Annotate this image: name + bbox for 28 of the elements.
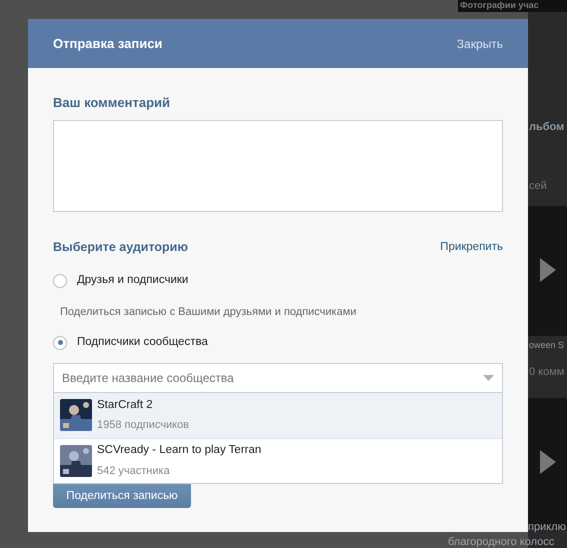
radio-button[interactable] — [53, 336, 67, 350]
attach-link[interactable]: Прикрепить — [440, 238, 503, 256]
radio-label[interactable]: Друзья и подписчики — [77, 272, 188, 290]
community-search-field[interactable]: Введите название сообщества — [53, 362, 503, 393]
comment-label: Ваш комментарий — [53, 95, 172, 111]
radio-button[interactable] — [53, 274, 67, 288]
community-suggestion[interactable]: StarCraft 2 1958 подписчиков — [54, 392, 502, 438]
photo-caption: Фотографии учас — [460, 0, 539, 11]
share-button[interactable]: Поделиться записью — [53, 484, 191, 508]
play-icon — [540, 450, 556, 474]
radio-label[interactable]: Подписчики сообщества — [77, 334, 208, 352]
member-count: 542 участника — [97, 464, 171, 479]
post-title: льбом — [529, 121, 564, 134]
comment-field[interactable] — [53, 120, 503, 212]
dialog-title: Отправка записи — [53, 34, 162, 53]
community-name: StarCraft 2 — [97, 398, 154, 413]
member-count: 1958 подписчиков — [97, 418, 190, 434]
post-title: приклю — [528, 521, 566, 533]
video-thumbnail[interactable] — [528, 206, 567, 336]
play-icon — [540, 258, 556, 282]
audience-label: Выберите аудиторию — [53, 239, 188, 256]
post-meta: сей — [529, 180, 547, 193]
post-meta: 0 комм — [529, 366, 564, 379]
community-name: SCVready - Learn to play Terran — [97, 443, 262, 458]
post-title: oween S — [529, 339, 564, 352]
option-description: Поделиться записью с Вашими друзьями и подписчиками — [59, 304, 356, 320]
post-title: благородного колосс — [448, 536, 554, 548]
dropdown-arrow-icon — [483, 374, 494, 381]
